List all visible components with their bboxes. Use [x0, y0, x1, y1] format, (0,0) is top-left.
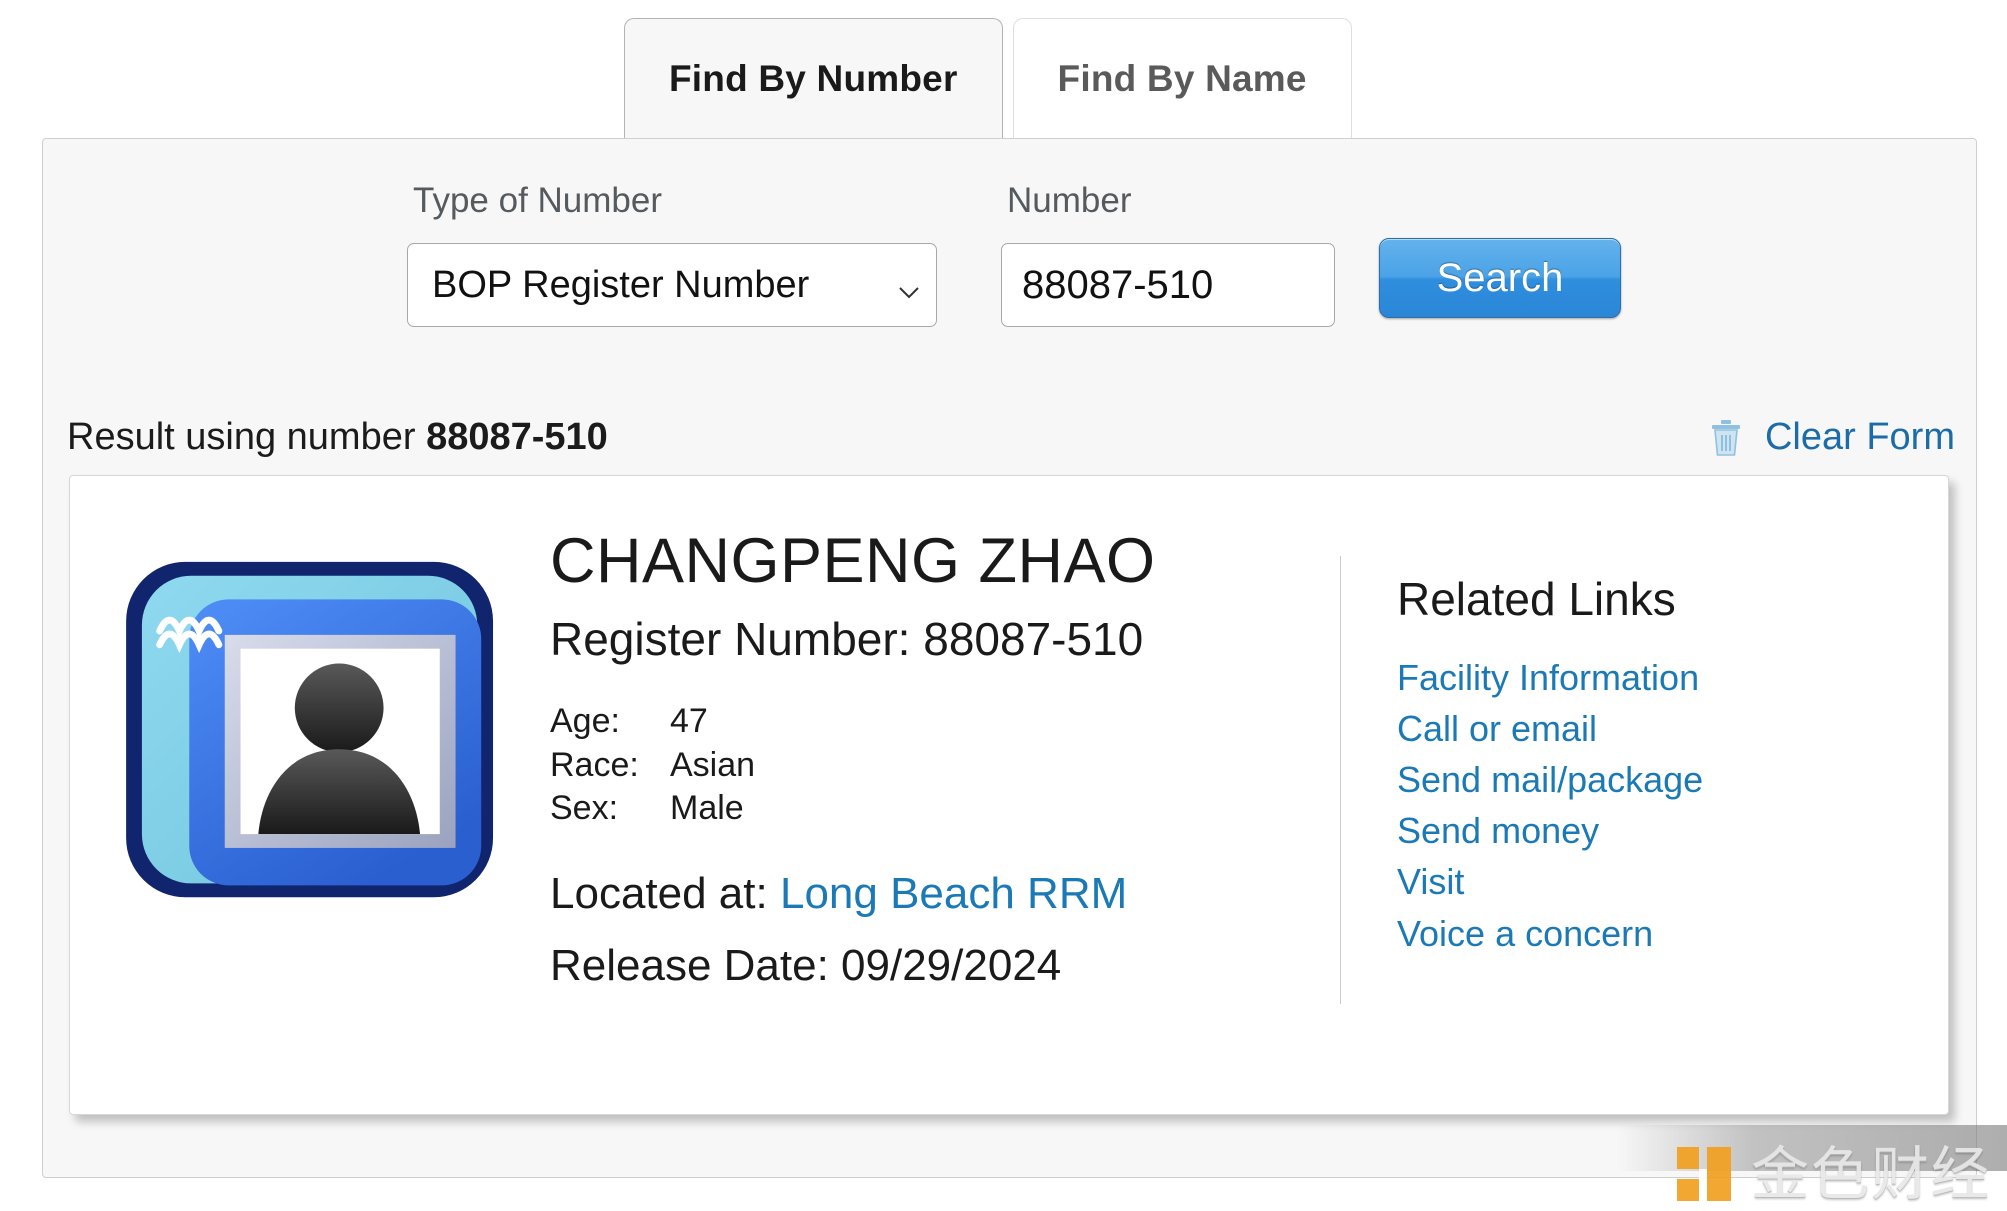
tab-find-by-name[interactable]: Find By Name	[1012, 18, 1352, 138]
located-at-label: Located at:	[550, 868, 768, 918]
tab-find-by-name-label: Find By Name	[1057, 57, 1307, 99]
attribute-key-age: Age:	[550, 702, 620, 741]
inmate-attributes: Age: 47 Race: Asian Sex: Male	[550, 700, 1340, 831]
chevron-down-icon	[896, 272, 922, 299]
number-input[interactable]: 88087-510	[1001, 243, 1335, 327]
related-links-section: Related Links Facility Information Call …	[1341, 476, 1948, 959]
tab-bar: Find By Number Find By Name	[0, 0, 2007, 138]
search-button-label: Search	[1436, 255, 1564, 300]
facility-link[interactable]: Long Beach RRM	[780, 869, 1127, 918]
watermark-text: 金色财经	[1750, 1140, 1991, 1208]
related-links-title: Related Links	[1397, 573, 1676, 625]
attribute-row-race: Race: Asian	[550, 744, 1340, 788]
attribute-row-sex: Sex: Male	[550, 787, 1340, 831]
tab-find-by-number-label: Find By Number	[669, 57, 958, 99]
related-link-call-or-email[interactable]: Call or email	[1397, 703, 1948, 754]
inmate-name: CHANGPENG ZHAO	[550, 526, 1156, 596]
clear-form-label: Clear Form	[1764, 416, 1955, 458]
search-panel: Type of Number BOP Register Number Numbe…	[42, 138, 1977, 1178]
inmate-register-number: Register Number: 88087-510	[550, 613, 1144, 666]
watermark: 金色财经	[1673, 1143, 1991, 1205]
attribute-value-age: 47	[670, 702, 708, 741]
attribute-key-sex: Sex:	[550, 789, 619, 828]
inmate-release-date: Release Date: 09/29/2024	[550, 940, 1062, 990]
number-group: Number 88087-510	[1001, 181, 1335, 327]
inmate-location-line: Located at: Long Beach RRM	[550, 869, 1340, 919]
attribute-row-age: Age: 47	[550, 700, 1340, 744]
related-link-voice-a-concern[interactable]: Voice a concern	[1397, 908, 1948, 959]
tab-find-by-number[interactable]: Find By Number	[624, 18, 1003, 138]
result-using-number-text: Result using number 88087-510	[67, 416, 608, 459]
related-link-facility-information[interactable]: Facility Information	[1397, 652, 1948, 703]
inmate-photo-container	[70, 476, 550, 914]
jinse-logo-icon	[1673, 1143, 1735, 1205]
related-link-send-money[interactable]: Send money	[1397, 805, 1948, 856]
type-of-number-label: Type of Number	[413, 181, 662, 220]
trash-icon	[1709, 419, 1743, 457]
search-form: Type of Number BOP Register Number Numbe…	[43, 139, 1976, 327]
type-of-number-value: BOP Register Number	[432, 263, 810, 306]
type-of-number-select[interactable]: BOP Register Number	[407, 243, 937, 327]
inmate-photo-placeholder-icon	[118, 554, 513, 914]
number-input-value: 88087-510	[1022, 262, 1214, 307]
related-link-visit[interactable]: Visit	[1397, 856, 1948, 907]
type-of-number-group: Type of Number BOP Register Number	[407, 181, 937, 327]
number-label: Number	[1007, 181, 1132, 220]
inmate-details: CHANGPENG ZHAO Register Number: 88087-51…	[550, 476, 1340, 991]
attribute-value-race: Asian	[670, 745, 756, 784]
related-link-send-mail-package[interactable]: Send mail/package	[1397, 754, 1948, 805]
clear-form-button[interactable]: Clear Form	[1709, 416, 1955, 459]
result-prefix: Result using number	[67, 416, 416, 458]
result-summary-bar: Result using number 88087-510 Clear Form	[67, 416, 1955, 459]
result-number: 88087-510	[426, 416, 608, 458]
inmate-result-card: CHANGPENG ZHAO Register Number: 88087-51…	[69, 475, 1949, 1115]
attribute-value-sex: Male	[670, 789, 744, 828]
attribute-key-race: Race:	[550, 745, 639, 784]
search-button[interactable]: Search	[1379, 238, 1621, 318]
